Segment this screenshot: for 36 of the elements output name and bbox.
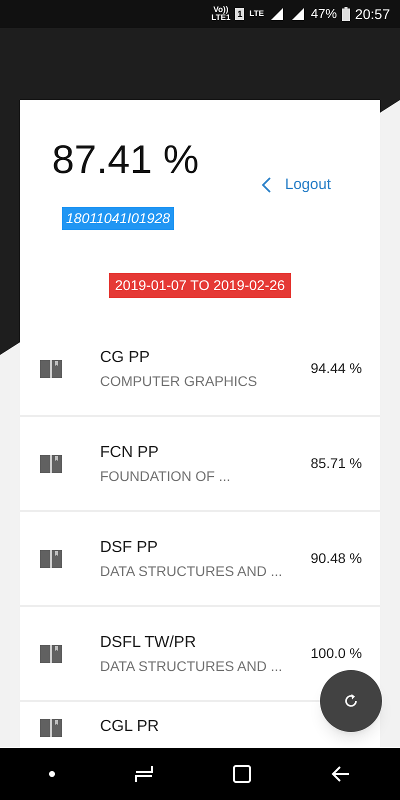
subject-code: CG PP — [100, 348, 151, 366]
home-icon[interactable] — [232, 764, 252, 784]
attendance-percentage: 87.41 % — [52, 137, 199, 184]
volte-label: LTE1 — [211, 14, 230, 22]
book-icon — [40, 358, 62, 378]
subject-code: CGL PR — [100, 718, 160, 736]
network-label: LTE — [249, 8, 264, 20]
book-icon — [40, 718, 62, 738]
subject-name: COMPUTER GRAPHICS — [100, 372, 258, 388]
clock: 20:57 — [354, 4, 390, 24]
subject-name: FOUNDATION OF ... — [100, 468, 232, 484]
date-range-badge: 2019-01-07 TO 2019-02-26 — [109, 273, 291, 298]
battery-percent: 47% — [310, 5, 337, 24]
refresh-icon — [342, 692, 360, 710]
back-icon[interactable] — [330, 764, 351, 784]
subject-percentage: 90.48 % — [310, 549, 362, 568]
subject-percentage: 100.0 % — [310, 644, 362, 663]
recent-apps-icon[interactable] — [134, 764, 154, 784]
book-icon — [40, 644, 62, 664]
subject-code: DSFL TW/PR — [100, 634, 198, 652]
subject-code: DSF PP — [100, 538, 159, 556]
book-icon — [40, 454, 62, 474]
student-id-badge: 18011041I01928 — [62, 207, 174, 230]
logout-button[interactable]: Logout — [262, 174, 331, 196]
back-chevron-icon — [262, 177, 271, 194]
sim-icon: 1 — [235, 8, 244, 20]
volte-label: Vo)) — [213, 6, 228, 14]
signal-icon — [268, 6, 285, 22]
subject-name: DATA STRUCTURES AND ... — [100, 658, 284, 674]
battery-icon — [342, 7, 350, 21]
subject-name: DATA STRUCTURES AND ... — [100, 562, 284, 578]
book-icon — [40, 548, 62, 568]
subject-percentage: 85.71 % — [310, 454, 362, 473]
subject-code: FCN PP — [100, 444, 160, 462]
subject-percentage: 94.44 % — [310, 359, 362, 378]
signal-icon — [290, 6, 306, 22]
